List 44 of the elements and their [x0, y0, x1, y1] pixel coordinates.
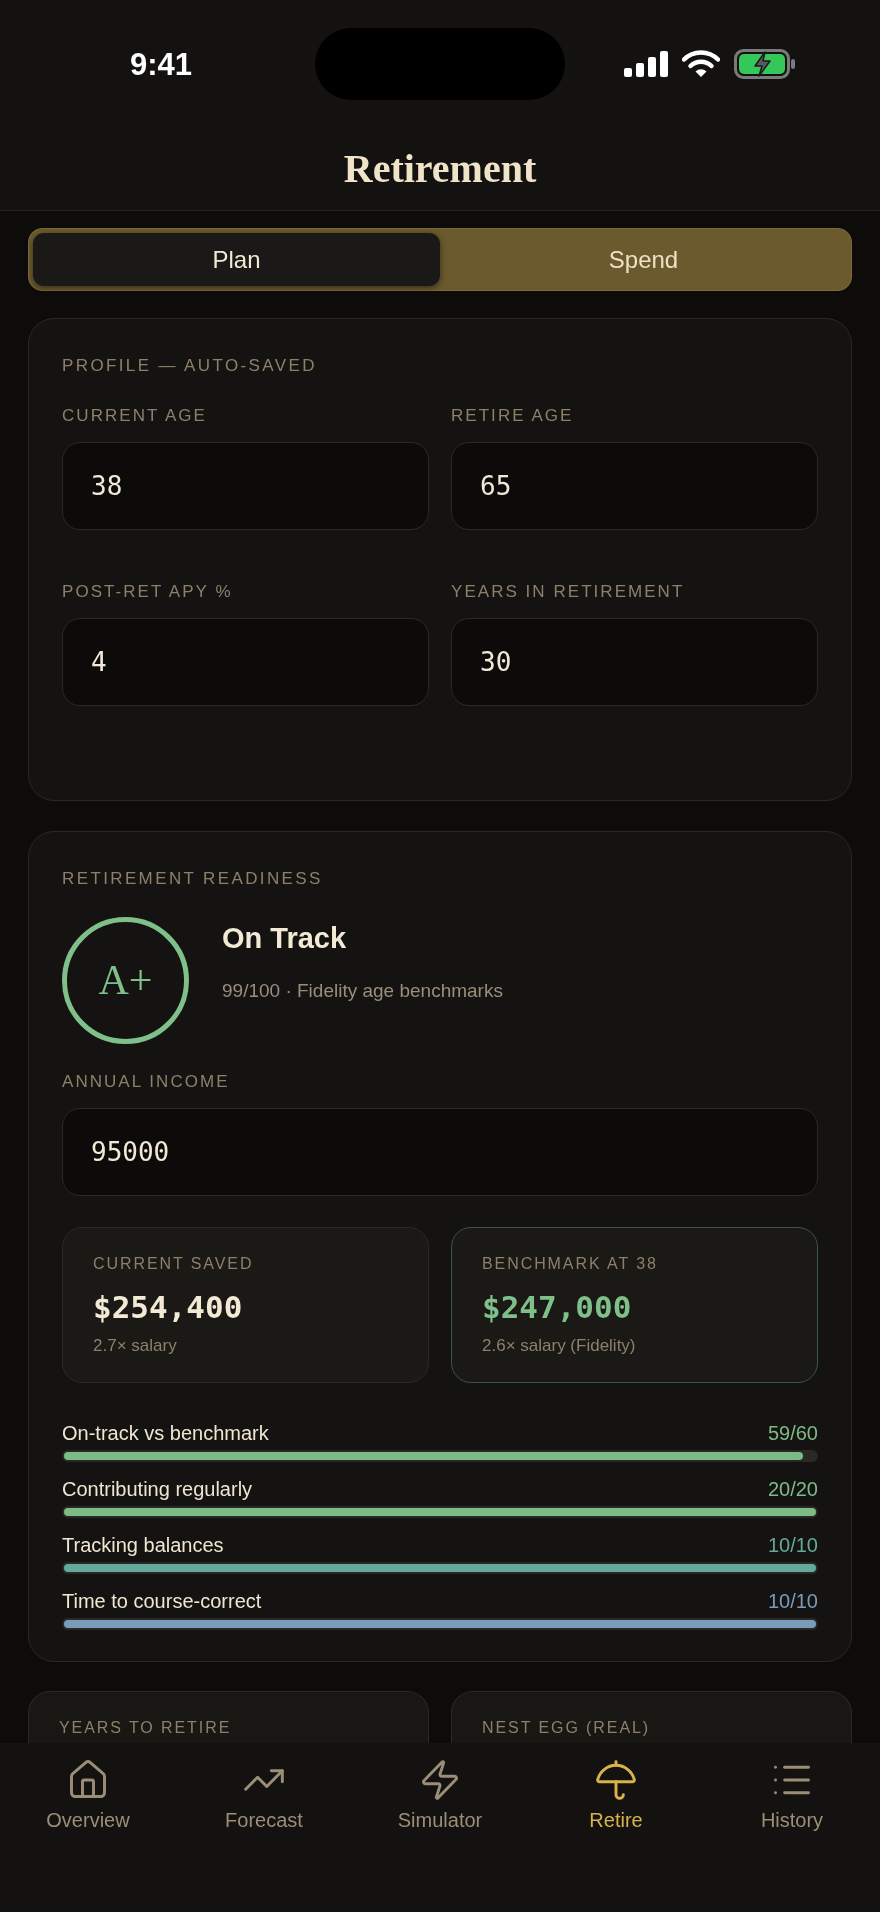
status-time: 9:41: [130, 48, 193, 80]
wifi-icon: [682, 50, 720, 78]
nav-item[interactable]: Simulator: [391, 1758, 489, 1831]
field-label: POST-RET APY %: [62, 581, 233, 603]
nav-item[interactable]: Overview: [40, 1758, 136, 1831]
score-label: Time to course-correct: [62, 1590, 262, 1612]
summary-label: YEARS TO RETIRE: [59, 1718, 232, 1738]
umbrella-icon: [594, 1758, 638, 1802]
number-input[interactable]: 30: [451, 618, 818, 706]
stat-note: 2.6× salary (Fidelity): [482, 1335, 636, 1357]
nav-item[interactable]: History: [754, 1758, 830, 1831]
charging-battery-icon: [734, 49, 796, 79]
page-title: Retirement: [343, 149, 537, 189]
field-label: CURRENT AGE: [62, 405, 207, 427]
section-label: PROFILE — AUTO-SAVED: [62, 355, 317, 377]
tab[interactable]: Plan: [33, 233, 440, 286]
field-label: YEARS IN RETIREMENT: [451, 581, 685, 603]
number-input[interactable]: 65: [451, 442, 818, 530]
score-value: 20/20: [767, 1478, 818, 1500]
score-label: Tracking balances: [62, 1534, 224, 1556]
stat-value: $247,000: [482, 1288, 632, 1326]
stat-value: $254,400: [93, 1288, 243, 1326]
stat-label: CURRENT SAVED: [93, 1254, 254, 1274]
nav-item[interactable]: Forecast: [219, 1758, 309, 1831]
section-label: RETIREMENT READINESS: [62, 868, 323, 890]
stat-label: BENCHMARK AT 38: [482, 1254, 658, 1274]
score-value: 10/10: [767, 1534, 818, 1556]
tab[interactable]: Spend: [440, 233, 847, 286]
score-label: On-track vs benchmark: [62, 1422, 269, 1444]
summary-label: NEST EGG (REAL): [482, 1718, 651, 1738]
grade-ring: A+: [62, 917, 189, 1044]
signal-icon: [624, 51, 668, 77]
nav-item[interactable]: Retire: [583, 1758, 649, 1831]
score-value: 59/60: [767, 1422, 818, 1444]
score-summary: 99/100 · Fidelity age benchmarks: [222, 979, 503, 1003]
field-label: ANNUAL INCOME: [62, 1071, 230, 1093]
status-heading: On Track: [222, 921, 347, 955]
field-label: RETIRE AGE: [451, 405, 574, 427]
number-input[interactable]: 4: [62, 618, 429, 706]
score-label: Contributing regularly: [62, 1478, 253, 1500]
number-input[interactable]: 95000: [62, 1108, 818, 1196]
stat-note: 2.7× salary: [93, 1335, 177, 1357]
score-value: 10/10: [767, 1590, 818, 1612]
number-input[interactable]: 38: [62, 442, 429, 530]
